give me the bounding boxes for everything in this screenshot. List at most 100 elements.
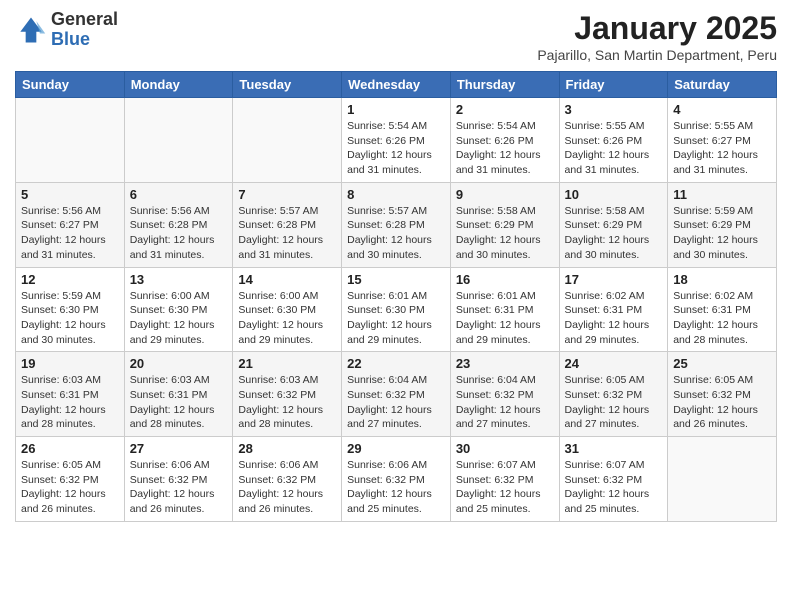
day-number: 24 [565,356,663,371]
day-info: Sunrise: 6:01 AMSunset: 6:30 PMDaylight:… [347,289,445,348]
day-info: Sunrise: 5:54 AMSunset: 6:26 PMDaylight:… [347,119,445,178]
title-block: January 2025 Pajarillo, San Martin Depar… [537,10,777,63]
day-info: Sunrise: 5:56 AMSunset: 6:28 PMDaylight:… [130,204,228,263]
calendar-cell [668,437,777,522]
calendar-cell: 30 Sunrise: 6:07 AMSunset: 6:32 PMDayligh… [450,437,559,522]
calendar-cell: 12 Sunrise: 5:59 AMSunset: 6:30 PMDayligh… [16,267,125,352]
day-number: 22 [347,356,445,371]
calendar-cell: 21Sunrise: 6:03 AMSunset: 6:32 PMDayligh… [233,352,342,437]
day-info: Sunrise: 6:01 AMSunset: 6:31 PMDaylight:… [456,289,554,348]
calendar-cell: 16 Sunrise: 6:01 AMSunset: 6:31 PMDayligh… [450,267,559,352]
day-number: 2 [456,102,554,117]
weekday-header-monday: Monday [124,72,233,98]
day-number: 5 [21,187,119,202]
day-info: Sunrise: 6:05 AMSunset: 6:32 PMDaylight:… [21,458,119,517]
day-number: 11 [673,187,771,202]
day-info: Sunrise: 5:58 AMSunset: 6:29 PMDaylight:… [565,204,663,263]
day-number: 16 [456,272,554,287]
day-info: Sunrise: 5:56 AMSunset: 6:27 PMDaylight:… [21,204,119,263]
calendar-cell: 2 Sunrise: 5:54 AMSunset: 6:26 PMDaylight… [450,98,559,183]
weekday-header-sunday: Sunday [16,72,125,98]
day-number: 7 [238,187,336,202]
day-info: Sunrise: 5:54 AMSunset: 6:26 PMDaylight:… [456,119,554,178]
calendar-cell: 25Sunrise: 6:05 AMSunset: 6:32 PMDayligh… [668,352,777,437]
calendar-cell: 4 Sunrise: 5:55 AMSunset: 6:27 PMDaylight… [668,98,777,183]
day-number: 14 [238,272,336,287]
day-info: Sunrise: 5:55 AMSunset: 6:27 PMDaylight:… [673,119,771,178]
day-info: Sunrise: 6:05 AMSunset: 6:32 PMDaylight:… [565,373,663,432]
calendar-cell: 10Sunrise: 5:58 AMSunset: 6:29 PMDayligh… [559,182,668,267]
day-number: 30 [456,441,554,456]
day-info: Sunrise: 6:06 AMSunset: 6:32 PMDaylight:… [238,458,336,517]
day-number: 3 [565,102,663,117]
week-row-3: 12 Sunrise: 5:59 AMSunset: 6:30 PMDayligh… [16,267,777,352]
day-number: 13 [130,272,228,287]
day-info: Sunrise: 6:06 AMSunset: 6:32 PMDaylight:… [130,458,228,517]
logo: General Blue [15,10,118,50]
day-info: Sunrise: 6:03 AMSunset: 6:31 PMDaylight:… [130,373,228,432]
day-number: 1 [347,102,445,117]
day-info: Sunrise: 6:04 AMSunset: 6:32 PMDaylight:… [456,373,554,432]
day-info: Sunrise: 5:59 AMSunset: 6:29 PMDaylight:… [673,204,771,263]
calendar-cell: 6 Sunrise: 5:56 AMSunset: 6:28 PMDaylight… [124,182,233,267]
calendar-cell: 29Sunrise: 6:06 AMSunset: 6:32 PMDayligh… [342,437,451,522]
day-number: 9 [456,187,554,202]
calendar-cell: 23 Sunrise: 6:04 AMSunset: 6:32 PMDayligh… [450,352,559,437]
calendar-cell: 27Sunrise: 6:06 AMSunset: 6:32 PMDayligh… [124,437,233,522]
calendar-cell [16,98,125,183]
day-info: Sunrise: 6:00 AMSunset: 6:30 PMDaylight:… [238,289,336,348]
week-row-1: 1 Sunrise: 5:54 AMSunset: 6:26 PMDaylight… [16,98,777,183]
calendar-cell: 5 Sunrise: 5:56 AMSunset: 6:27 PMDaylight… [16,182,125,267]
weekday-header-thursday: Thursday [450,72,559,98]
calendar-cell: 14 Sunrise: 6:00 AMSunset: 6:30 PMDayligh… [233,267,342,352]
month-title: January 2025 [537,10,777,47]
day-number: 31 [565,441,663,456]
logo-general-text: General [51,9,118,29]
calendar-cell: 20Sunrise: 6:03 AMSunset: 6:31 PMDayligh… [124,352,233,437]
day-number: 12 [21,272,119,287]
day-number: 15 [347,272,445,287]
day-info: Sunrise: 6:03 AMSunset: 6:31 PMDaylight:… [21,373,119,432]
location-text: Pajarillo, San Martin Department, Peru [537,47,777,63]
day-number: 18 [673,272,771,287]
day-info: Sunrise: 5:57 AMSunset: 6:28 PMDaylight:… [238,204,336,263]
calendar-cell: 26 Sunrise: 6:05 AMSunset: 6:32 PMDayligh… [16,437,125,522]
calendar-cell: 9 Sunrise: 5:58 AMSunset: 6:29 PMDaylight… [450,182,559,267]
day-number: 28 [238,441,336,456]
calendar-cell: 3Sunrise: 5:55 AMSunset: 6:26 PMDaylight… [559,98,668,183]
calendar-cell [124,98,233,183]
day-info: Sunrise: 6:05 AMSunset: 6:32 PMDaylight:… [673,373,771,432]
day-info: Sunrise: 6:07 AMSunset: 6:32 PMDaylight:… [456,458,554,517]
day-number: 17 [565,272,663,287]
day-number: 29 [347,441,445,456]
calendar-cell: 8 Sunrise: 5:57 AMSunset: 6:28 PMDaylight… [342,182,451,267]
calendar-cell: 28 Sunrise: 6:06 AMSunset: 6:32 PMDayligh… [233,437,342,522]
calendar-cell: 17 Sunrise: 6:02 AMSunset: 6:31 PMDayligh… [559,267,668,352]
day-info: Sunrise: 5:57 AMSunset: 6:28 PMDaylight:… [347,204,445,263]
week-row-5: 26 Sunrise: 6:05 AMSunset: 6:32 PMDayligh… [16,437,777,522]
day-info: Sunrise: 5:58 AMSunset: 6:29 PMDaylight:… [456,204,554,263]
day-number: 4 [673,102,771,117]
week-row-2: 5 Sunrise: 5:56 AMSunset: 6:27 PMDaylight… [16,182,777,267]
calendar-cell: 18 Sunrise: 6:02 AMSunset: 6:31 PMDayligh… [668,267,777,352]
calendar-table: SundayMondayTuesdayWednesdayThursdayFrid… [15,71,777,522]
day-number: 21 [238,356,336,371]
calendar-cell: 7 Sunrise: 5:57 AMSunset: 6:28 PMDaylight… [233,182,342,267]
weekday-header-saturday: Saturday [668,72,777,98]
day-info: Sunrise: 6:04 AMSunset: 6:32 PMDaylight:… [347,373,445,432]
day-info: Sunrise: 5:59 AMSunset: 6:30 PMDaylight:… [21,289,119,348]
week-row-4: 19Sunrise: 6:03 AMSunset: 6:31 PMDayligh… [16,352,777,437]
page-header: General Blue January 2025 Pajarillo, San… [15,10,777,63]
calendar-cell: 31Sunrise: 6:07 AMSunset: 6:32 PMDayligh… [559,437,668,522]
day-info: Sunrise: 6:02 AMSunset: 6:31 PMDaylight:… [565,289,663,348]
day-number: 8 [347,187,445,202]
calendar-cell [233,98,342,183]
logo-blue-text: Blue [51,29,90,49]
day-info: Sunrise: 6:02 AMSunset: 6:31 PMDaylight:… [673,289,771,348]
day-number: 23 [456,356,554,371]
calendar-cell: 1 Sunrise: 5:54 AMSunset: 6:26 PMDaylight… [342,98,451,183]
day-info: Sunrise: 6:00 AMSunset: 6:30 PMDaylight:… [130,289,228,348]
day-number: 6 [130,187,228,202]
weekday-header-row: SundayMondayTuesdayWednesdayThursdayFrid… [16,72,777,98]
day-number: 26 [21,441,119,456]
